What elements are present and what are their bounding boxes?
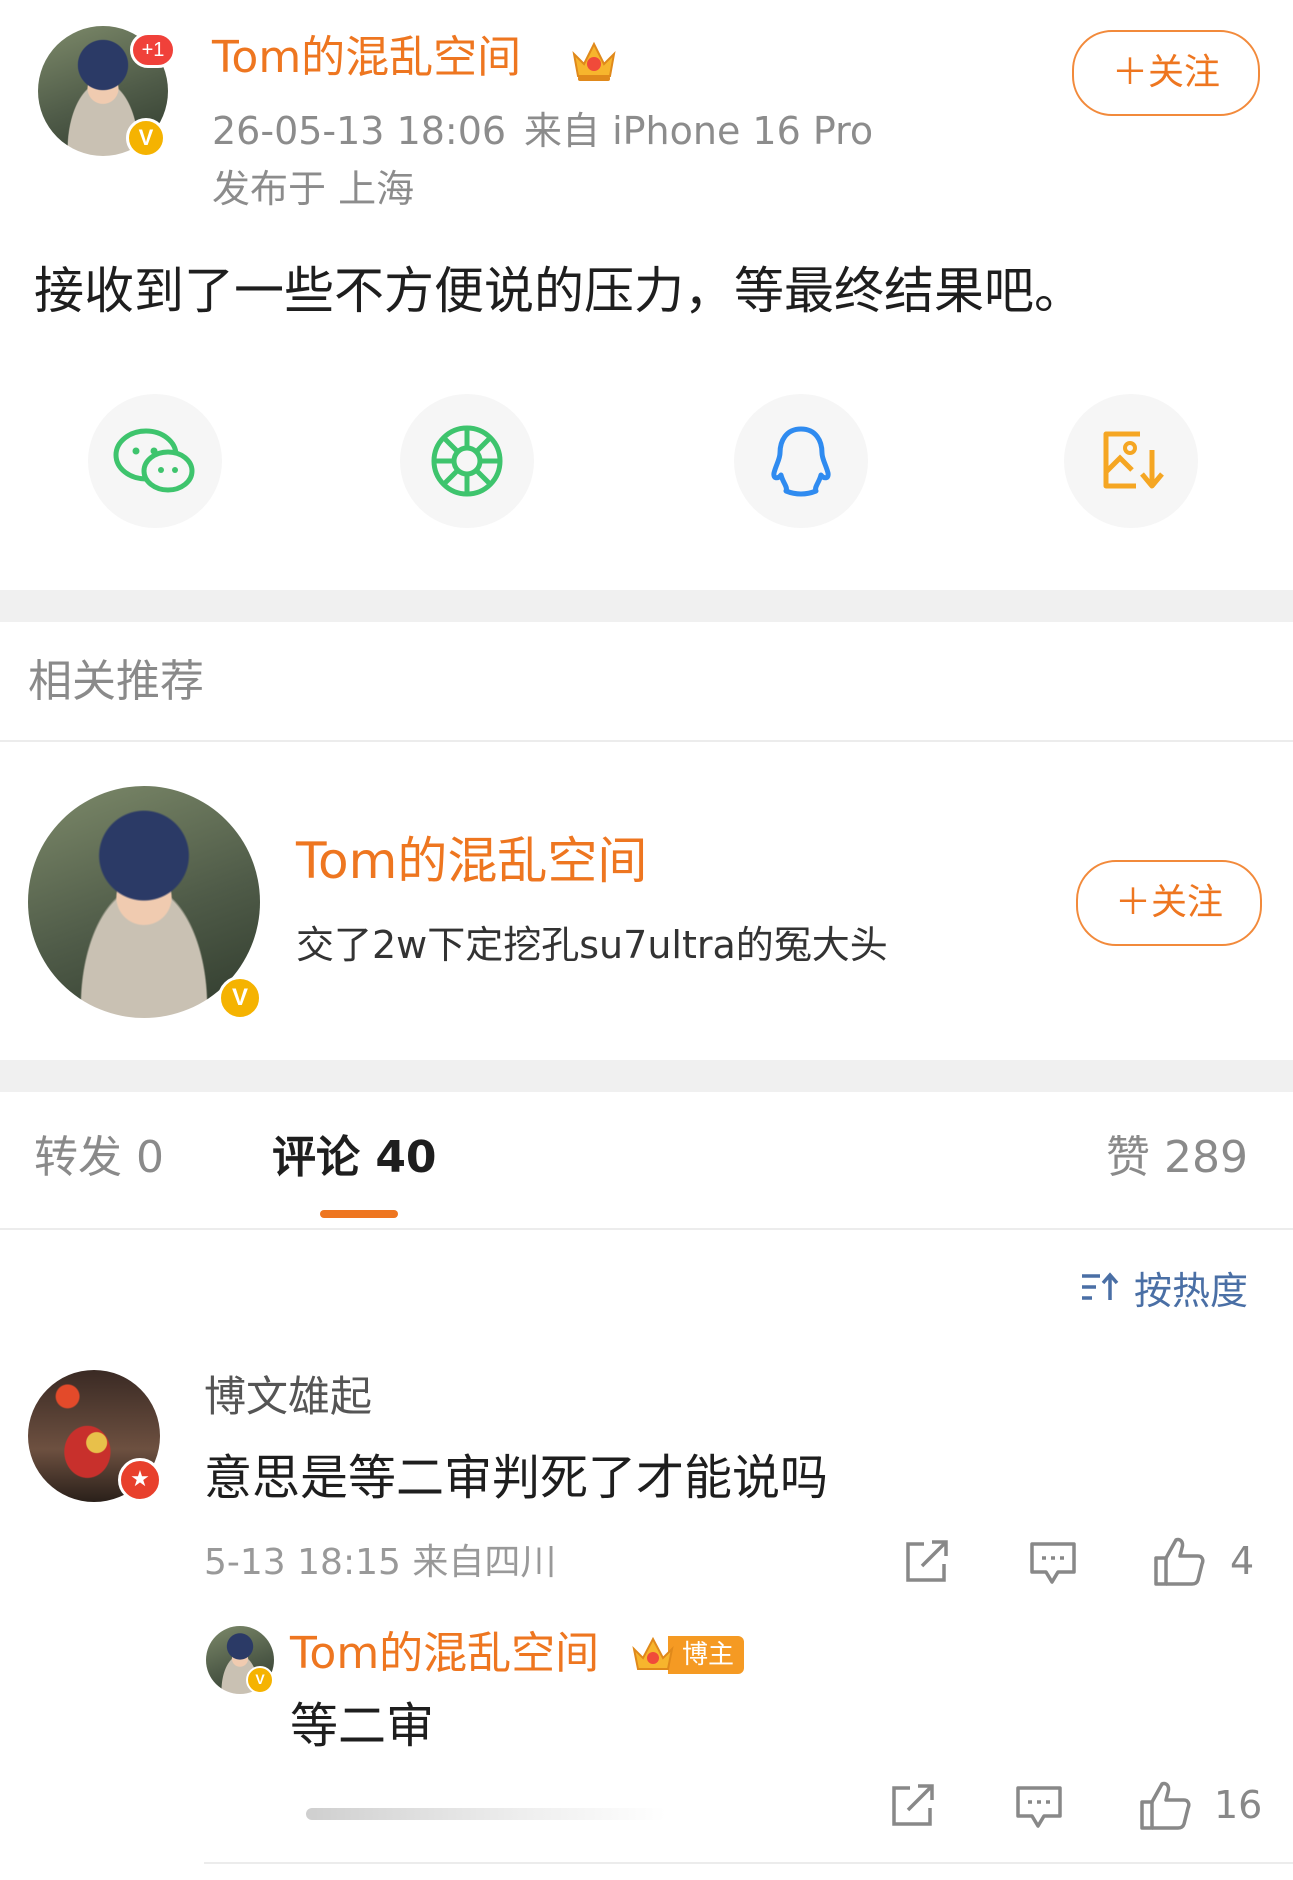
- tab-likes[interactable]: 赞 289: [1106, 1128, 1248, 1188]
- comment-like-count: 4: [1230, 1539, 1255, 1583]
- tab-comments[interactable]: 评论 40: [272, 1128, 437, 1188]
- plus-icon: ＋: [1111, 52, 1148, 93]
- follow-label: 关注: [1151, 882, 1224, 923]
- comment-bottom-divider: [204, 1862, 1293, 1864]
- verified-icon: V: [218, 976, 262, 1020]
- plus-icon: ＋: [1114, 882, 1151, 923]
- commenter-name[interactable]: 博文雄起: [204, 1368, 372, 1426]
- sort-icon: [1082, 1272, 1119, 1300]
- tab-repost[interactable]: 转发 0: [34, 1128, 164, 1188]
- recommend-name[interactable]: Tom的混乱空间: [296, 828, 647, 894]
- share-icon: [906, 1540, 948, 1582]
- share-icon: [892, 1784, 934, 1826]
- wechat-icon: [113, 428, 195, 493]
- reply-comment-button[interactable]: [1028, 1540, 1078, 1590]
- share-wechat-button[interactable]: [88, 394, 222, 528]
- post-source: 来自 iPhone 16 Pro: [524, 109, 874, 153]
- comment-icon: [1030, 1542, 1076, 1584]
- crown-icon: [632, 1636, 674, 1670]
- comment-icon: [1016, 1786, 1062, 1828]
- post-author-name[interactable]: Tom的混乱空间: [212, 28, 521, 88]
- reply-like-count: 16: [1214, 1783, 1263, 1827]
- section-divider: [0, 1060, 1293, 1092]
- share-reply-button[interactable]: [888, 1782, 938, 1834]
- moments-icon: [431, 425, 503, 497]
- post-content: 接收到了一些不方便说的压力，等最终结果吧。: [34, 262, 1084, 320]
- crown-icon: [568, 36, 620, 84]
- recommend-follow-button[interactable]: ＋关注: [1076, 860, 1262, 946]
- comment-text: 意思是等二审判死了才能说吗: [204, 1450, 829, 1506]
- tabs-divider: [0, 1228, 1293, 1230]
- save-image-icon: [1103, 431, 1164, 489]
- recommend-description: 交了2w下定挖孔su7ultra的冤大头: [296, 923, 888, 967]
- post-time: 26-05-13 18:06: [212, 109, 507, 153]
- sort-label: 按热度: [1134, 1268, 1249, 1313]
- thumbs-up-icon: [1154, 1537, 1205, 1586]
- post-location: 发布于 上海: [212, 167, 415, 211]
- share-comment-button[interactable]: [902, 1538, 952, 1590]
- section-title-recommend: 相关推荐: [28, 656, 204, 707]
- blogger-badge: 博主: [630, 1632, 745, 1678]
- reply-author-name[interactable]: Tom的混乱空间: [290, 1624, 599, 1684]
- thumbs-up-icon: [1140, 1781, 1191, 1830]
- reply-meta-placeholder: [306, 1808, 666, 1820]
- blogger-badge-label: 博主: [668, 1636, 745, 1674]
- sort-button[interactable]: 按热度: [1080, 1262, 1249, 1313]
- save-image-button[interactable]: [1064, 394, 1198, 528]
- follow-label: 关注: [1148, 52, 1221, 93]
- avatar-plus-badge: +1: [130, 32, 176, 68]
- share-qq-button[interactable]: [734, 394, 868, 528]
- recommend-divider: [0, 740, 1293, 742]
- verified-icon: V: [126, 118, 166, 158]
- reply-to-reply-button[interactable]: [1014, 1784, 1064, 1834]
- like-reply-button[interactable]: 16: [1138, 1778, 1262, 1832]
- active-tab-indicator: [320, 1210, 398, 1218]
- reply-text: 等二审: [290, 1698, 435, 1754]
- commenter-badge-icon: ★: [118, 1458, 162, 1502]
- section-divider: [0, 590, 1293, 622]
- qq-icon: [771, 426, 831, 497]
- like-comment-button[interactable]: 4: [1152, 1534, 1254, 1588]
- follow-button[interactable]: ＋关注: [1072, 30, 1260, 116]
- verified-icon: V: [246, 1666, 274, 1694]
- share-moments-button[interactable]: [400, 394, 534, 528]
- comment-meta: 5-13 18:15 来自四川: [204, 1542, 557, 1583]
